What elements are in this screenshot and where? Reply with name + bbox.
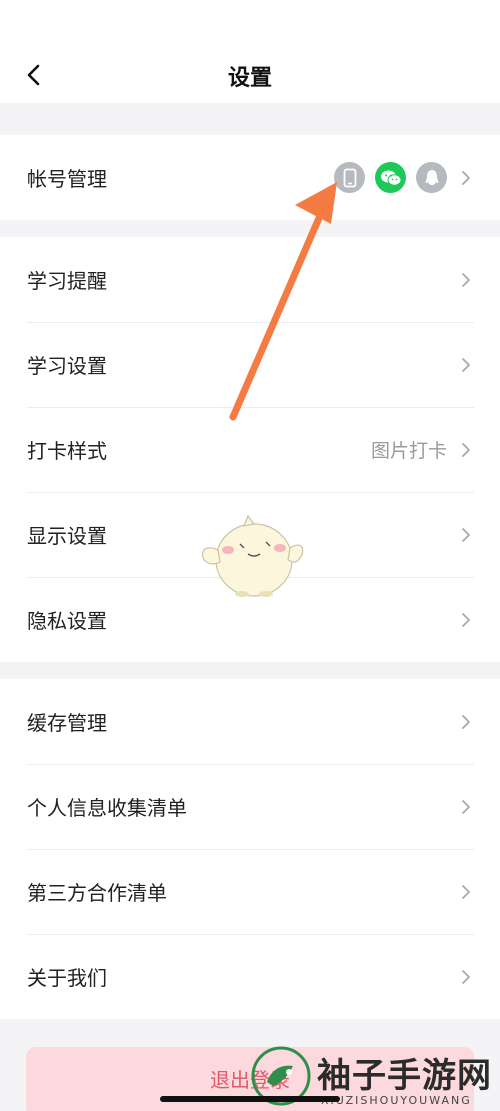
chevron-right-icon xyxy=(462,170,470,185)
chevron-right-icon xyxy=(462,442,470,457)
account-section: 帐号管理 xyxy=(0,135,500,220)
chevron-right-icon xyxy=(462,612,470,627)
watermark-subtext: XIUZISHOUYOUWANG xyxy=(321,1094,472,1107)
bound-accounts xyxy=(324,162,447,193)
checkin-style-value: 图片打卡 xyxy=(370,440,447,462)
study-settings-label: 学习设置 xyxy=(27,354,107,378)
mascot-icon xyxy=(201,514,304,597)
nav-header: 设置 xyxy=(0,0,500,103)
chevron-right-icon xyxy=(462,714,470,729)
about-us-label: 关于我们 xyxy=(27,966,107,990)
study-settings-row[interactable]: 学习设置 xyxy=(0,322,500,407)
chevron-right-icon xyxy=(462,799,470,814)
checkin-style-row[interactable]: 打卡样式 图片打卡 xyxy=(0,407,500,492)
privacy-settings-label: 隐私设置 xyxy=(27,609,107,633)
chevron-right-icon xyxy=(462,969,470,984)
chevron-right-icon xyxy=(462,272,470,287)
personal-info-list-label: 个人信息收集清单 xyxy=(27,796,187,820)
chevron-right-icon xyxy=(462,527,470,542)
study-reminder-row[interactable]: 学习提醒 xyxy=(0,237,500,322)
home-indicator xyxy=(160,1096,340,1102)
display-settings-label: 显示设置 xyxy=(27,524,107,548)
watermark-text: 袖子手游网 xyxy=(317,1056,492,1096)
page-title: 设置 xyxy=(227,66,272,91)
about-us-row[interactable]: 关于我们 xyxy=(0,934,500,1019)
cache-management-label: 缓存管理 xyxy=(27,711,107,735)
third-party-list-label: 第三方合作清单 xyxy=(27,881,167,905)
phone-icon xyxy=(334,162,365,193)
third-party-list-row[interactable]: 第三方合作清单 xyxy=(0,849,500,934)
chevron-right-icon xyxy=(462,357,470,372)
study-reminder-label: 学习提醒 xyxy=(27,269,107,293)
chevron-right-icon xyxy=(462,884,470,899)
account-management-label: 帐号管理 xyxy=(27,167,107,191)
qq-icon xyxy=(416,162,447,193)
personal-info-list-row[interactable]: 个人信息收集清单 xyxy=(0,764,500,849)
wechat-icon xyxy=(375,162,406,193)
account-management-row[interactable]: 帐号管理 xyxy=(0,135,500,220)
checkin-style-label: 打卡样式 xyxy=(27,439,107,463)
other-section: 缓存管理 个人信息收集清单 第三方合作清单 关于我们 xyxy=(0,679,500,1019)
cache-management-row[interactable]: 缓存管理 xyxy=(0,679,500,764)
